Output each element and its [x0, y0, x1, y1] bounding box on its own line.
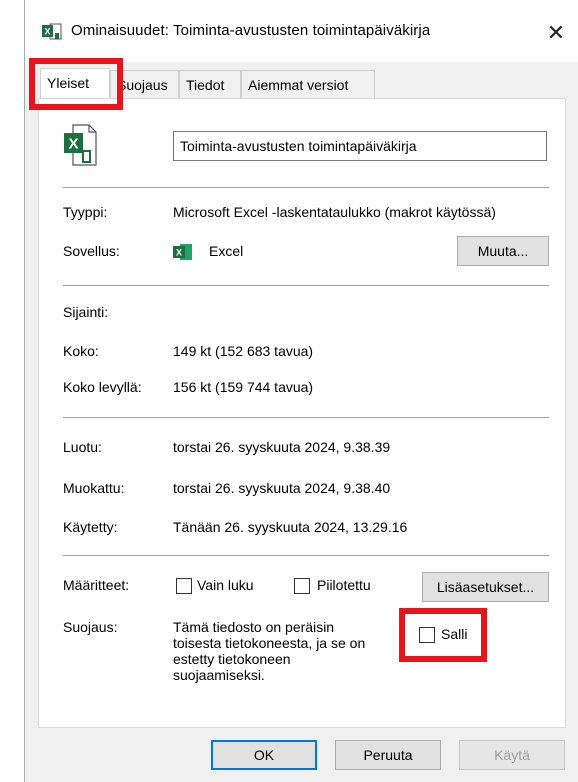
- svg-text:X: X: [176, 248, 182, 258]
- accessed-value: Tänään 26. syyskuuta 2024, 13.29.16: [173, 519, 408, 535]
- separator: [63, 555, 549, 556]
- change-button-label: Muuta...: [477, 243, 529, 259]
- size-on-disk-label: Koko levyllä:: [63, 379, 142, 395]
- hidden-label: Piilotettu: [317, 577, 371, 593]
- ok-button[interactable]: OK: [211, 740, 317, 770]
- readonly-label: Vain luku: [197, 577, 254, 593]
- security-message-line: Tämä tiedosto on peräisin: [173, 619, 335, 635]
- tab-previous-versions[interactable]: Aiemmat versiot: [241, 70, 375, 98]
- security-message: Tämä tiedosto on peräisin toisesta tieto…: [173, 619, 403, 683]
- modified-value: torstai 26. syyskuuta 2024, 9.38.40: [173, 480, 391, 496]
- excel-file-icon: X: [64, 124, 97, 166]
- tab-details[interactable]: Tiedot: [179, 70, 241, 98]
- created-value: torstai 26. syyskuuta 2024, 9.38.39: [173, 439, 391, 455]
- highlight-tab-general: [29, 58, 123, 110]
- advanced-button[interactable]: Lisäasetukset...: [422, 572, 549, 602]
- tab-label: Aiemmat versiot: [248, 77, 349, 93]
- advanced-button-label: Lisäasetukset...: [436, 579, 535, 595]
- app-value: Excel: [209, 243, 244, 259]
- security-message-line: estetty tietokoneen: [173, 651, 291, 667]
- size-on-disk-value: 156 kt (159 744 tavua): [173, 379, 314, 395]
- modified-label: Muokattu:: [63, 480, 125, 496]
- change-button[interactable]: Muuta...: [457, 236, 549, 266]
- tab-label: Tiedot: [186, 77, 225, 93]
- title-bar: X Ominaisuudet: Toiminta-avustusten toim…: [25, 0, 578, 62]
- properties-dialog: X Ominaisuudet: Toiminta-avustusten toim…: [24, 0, 578, 782]
- accessed-label: Käytetty:: [63, 519, 118, 535]
- cancel-button[interactable]: Peruuta: [335, 740, 441, 770]
- window-title: Ominaisuudet: Toiminta-avustusten toimin…: [71, 22, 431, 39]
- apply-button-label: Käytä: [494, 747, 530, 763]
- app-label: Sovellus:: [63, 243, 120, 259]
- svg-text:X: X: [44, 27, 50, 37]
- security-message-line: suojaamiseksi.: [173, 667, 265, 683]
- apply-button[interactable]: Käytä: [459, 740, 565, 770]
- cancel-button-label: Peruuta: [363, 747, 413, 763]
- excel-file-icon: X: [42, 23, 62, 40]
- security-label: Suojaus:: [63, 619, 118, 635]
- ok-button-label: OK: [253, 747, 275, 763]
- separator: [63, 417, 549, 418]
- size-value: 149 kt (152 683 tavua): [173, 343, 314, 359]
- location-label: Sijainti:: [63, 304, 109, 320]
- excel-app-icon: X: [173, 244, 192, 260]
- type-label: Tyyppi:: [63, 204, 108, 220]
- close-button[interactable]: ✕: [534, 14, 578, 52]
- created-label: Luotu:: [63, 439, 102, 455]
- separator: [63, 187, 549, 188]
- svg-text:X: X: [68, 136, 78, 153]
- size-label: Koko:: [63, 343, 99, 359]
- type-value: Microsoft Excel -laskentataulukko (makro…: [173, 204, 496, 220]
- file-name-input[interactable]: Toiminta-avustusten toimintapäiväkirja: [173, 131, 547, 161]
- tab-label: Suojaus: [117, 77, 168, 93]
- highlight-unblock: [399, 608, 487, 662]
- close-icon: ✕: [546, 20, 566, 45]
- hidden-checkbox[interactable]: [294, 578, 310, 594]
- readonly-checkbox[interactable]: [176, 578, 192, 594]
- attributes-label: Määritteet:: [63, 577, 130, 593]
- separator: [63, 285, 549, 286]
- security-message-line: toisesta tietokoneesta, ja se on: [173, 635, 366, 651]
